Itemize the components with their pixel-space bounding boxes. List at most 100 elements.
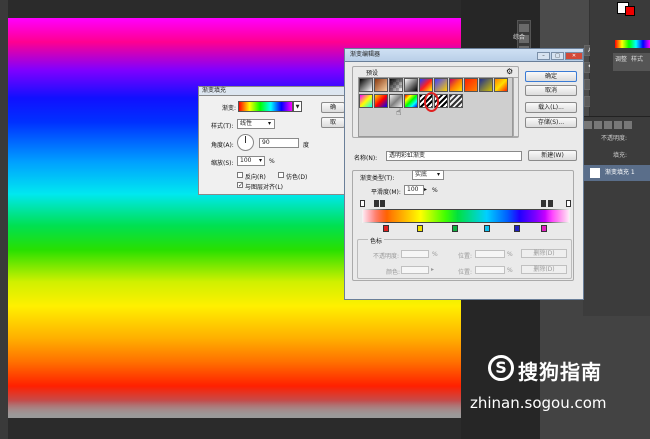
angle-input[interactable]: 90 (259, 138, 299, 148)
layer-filter-icon[interactable] (594, 121, 602, 129)
tab-styles[interactable]: 样式 (629, 53, 645, 64)
panel-icon[interactable] (519, 24, 529, 32)
opacity-stop[interactable] (566, 200, 571, 207)
gear-icon[interactable]: ⚙ (506, 67, 513, 76)
presets-label: 预设 (366, 70, 379, 77)
background-color-swatch[interactable] (625, 6, 635, 16)
preset-swatch[interactable] (464, 78, 478, 92)
layers-toolbar[interactable] (583, 120, 650, 132)
preset-swatch[interactable] (374, 94, 388, 108)
stop-opacity-unit: % (432, 251, 438, 258)
smoothness-input[interactable]: 100 (404, 185, 424, 195)
opacity-stop[interactable] (374, 200, 379, 207)
opacity-location-unit: % (507, 251, 513, 258)
opacity-stop[interactable] (541, 200, 546, 207)
chevron-down-icon[interactable]: ▾ (259, 157, 262, 164)
dialog-title: 渐变填充 (198, 86, 348, 96)
layer-fill-label: 填充: (613, 152, 628, 159)
color-location-unit: % (507, 267, 513, 274)
adjustments-tabs[interactable]: 调整 样式 (613, 53, 650, 71)
preset-swatch[interactable] (389, 94, 403, 108)
cancel-button[interactable]: 取消 (525, 85, 577, 96)
layer-filter-icon[interactable] (604, 121, 612, 129)
color-stop[interactable] (541, 225, 547, 232)
layer-filter-icon[interactable] (624, 121, 632, 129)
preset-swatch[interactable] (449, 94, 463, 108)
opacity-stop[interactable] (380, 200, 385, 207)
selected-preset-marker (424, 92, 439, 112)
name-label: 名称(N): (354, 155, 378, 162)
layer-filter-icon[interactable] (614, 121, 622, 129)
chevron-right-icon: ▸ (431, 266, 435, 273)
smoothness-unit: % (432, 187, 438, 194)
preset-swatch[interactable] (494, 78, 508, 92)
preset-swatch[interactable] (359, 94, 373, 108)
chevron-down-icon: ▾ (437, 171, 441, 178)
opacity-location-input (475, 250, 505, 258)
color-location-label: 位置: (458, 269, 473, 276)
gradient-label: 渐变: (222, 105, 237, 112)
ok-button[interactable]: 确定 (525, 71, 577, 82)
opacity-stop[interactable] (548, 200, 553, 207)
layer-thumbnail (590, 168, 600, 178)
preset-swatch[interactable] (404, 94, 418, 108)
chevron-down-icon[interactable]: ▼ (293, 101, 302, 112)
stop-color-label: 颜色: (386, 269, 401, 276)
preset-swatch[interactable] (434, 78, 448, 92)
reverse-label: 反向(R) (245, 174, 266, 181)
maximize-icon[interactable]: □ (551, 52, 564, 60)
color-stop[interactable] (452, 225, 458, 232)
preset-swatch[interactable] (419, 78, 433, 92)
hand-cursor-icon: ☝ (396, 108, 402, 118)
style-label: 样式(T): (211, 123, 234, 130)
angle-label: 角度(A): (211, 142, 234, 149)
angle-unit: 度 (303, 142, 310, 149)
left-panel-strip (0, 0, 8, 439)
dither-checkbox[interactable] (278, 172, 284, 178)
align-checkbox[interactable]: ✓ (237, 182, 243, 189)
load-button[interactable]: 载入(L)... (525, 102, 577, 113)
preset-swatch[interactable] (449, 78, 463, 92)
opacity-location-label: 位置: (458, 253, 473, 260)
layers-panel (583, 116, 650, 316)
cancel-button[interactable]: 取 (321, 117, 345, 128)
angle-needle (245, 136, 246, 143)
color-stop[interactable] (484, 225, 490, 232)
close-icon[interactable]: ✕ (565, 52, 583, 60)
stop-opacity-label: 不透明度: (373, 253, 400, 260)
minimize-icon[interactable]: – (537, 52, 550, 60)
save-button[interactable]: 存储(S)... (525, 117, 577, 128)
align-label: 与图层对齐(L) (245, 184, 284, 191)
gradient-thumbnail (615, 40, 650, 48)
dither-label: 仿色(D) (286, 174, 308, 181)
delete-opacity-stop-button: 删除(D) (521, 249, 567, 258)
preset-swatch[interactable] (404, 78, 418, 92)
color-stop[interactable] (514, 225, 520, 232)
layer-filter-icon[interactable] (584, 121, 592, 129)
chevron-down-icon[interactable]: ▸ (424, 186, 427, 193)
color-stop[interactable] (383, 225, 389, 232)
preset-swatch[interactable] (359, 78, 373, 92)
gradient-picker[interactable] (238, 101, 293, 112)
new-button[interactable]: 新建(W) (528, 150, 577, 161)
preset-swatch[interactable] (479, 78, 493, 92)
chevron-down-icon: ▾ (268, 120, 272, 127)
sogou-logo-icon: S (488, 355, 514, 381)
preset-swatch[interactable] (374, 78, 388, 92)
stop-opacity-input (401, 250, 429, 258)
reverse-checkbox[interactable] (237, 172, 243, 178)
name-input[interactable]: 透明彩虹渐变 (386, 151, 522, 161)
tab-adjustments[interactable]: 调整 (613, 53, 629, 64)
color-stop[interactable] (417, 225, 423, 232)
ok-button[interactable]: 确 (321, 102, 345, 113)
opacity-stop[interactable] (360, 200, 365, 207)
smoothness-label: 平滑度(M): (371, 189, 401, 196)
scale-label: 缩放(S): (211, 160, 234, 167)
gradient-type-label: 渐变类型(T): (360, 175, 395, 182)
preset-swatch[interactable] (389, 78, 403, 92)
stop-color-swatch (401, 266, 429, 274)
transparency-overlay (362, 209, 570, 223)
presets-scrollbar[interactable] (513, 77, 519, 137)
color-location-input (475, 266, 505, 274)
delete-color-stop-button: 删除(D) (521, 265, 567, 274)
